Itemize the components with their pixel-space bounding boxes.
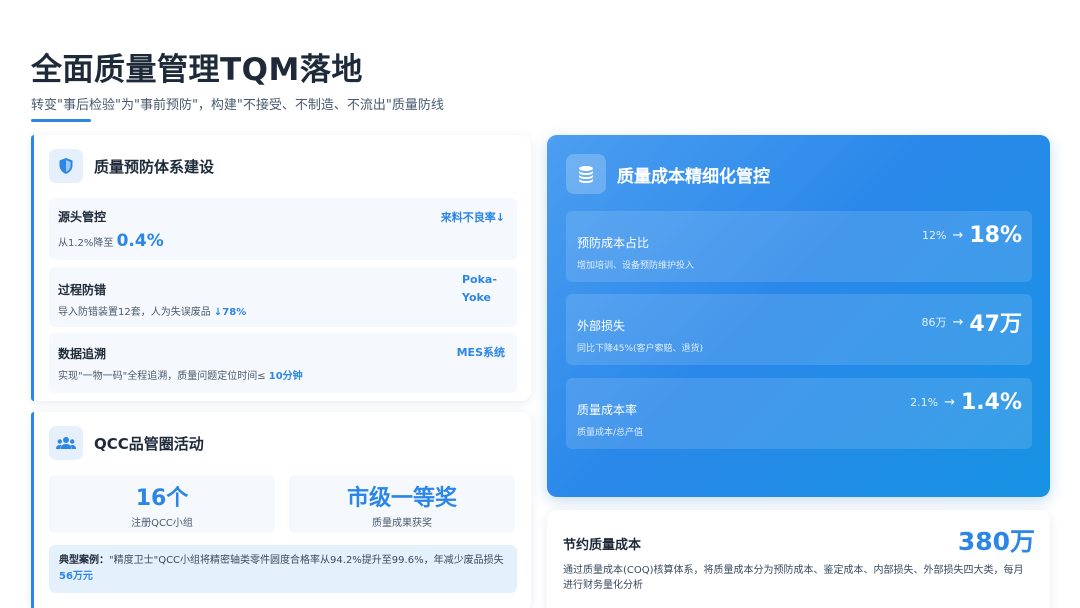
prevention-card: 质量预防体系建设 源头管控 从1.2%降至 0.4% 来料不良率↓ 过程防错 导… — [31, 135, 531, 401]
metric-desc: 质量成本/总产值 — [577, 428, 644, 438]
metric-name: 外部损失 — [577, 319, 626, 333]
item-tag: 来料不良率↓ — [440, 211, 505, 224]
arrow-right-icon: → — [952, 228, 964, 243]
case-text: "精度卫士"QCC小组将精密轴类零件圆度合格率从94.2%提升至99.6%，年减… — [109, 555, 504, 566]
item-tag: Poka- Yoke — [462, 271, 497, 307]
list-item: 数据追溯 实现"一物一码"全程追溯，质量问题定位时间≤ 10分钟 MES系统 — [49, 333, 517, 393]
arrow-right-icon: → — [944, 395, 955, 410]
users-icon — [49, 426, 83, 460]
qcc-card: QCC品管圈活动 16个 注册QCC小组 市级一等奖 质量成果获奖 典型案例："… — [31, 412, 531, 608]
metric-values: 2.1% → 1.4% — [910, 390, 1022, 415]
metric-new-value: 18% — [969, 223, 1022, 248]
case-label: 典型案例： — [59, 555, 109, 566]
case-box: 典型案例："精度卫士"QCC小组将精密轴类零件圆度合格率从94.2%提升至99.… — [49, 545, 517, 593]
item-tag-line: Yoke — [462, 291, 491, 304]
item-name: 数据追溯 — [58, 347, 107, 361]
item-highlight: ↓78% — [213, 307, 247, 318]
saving-card: 节约质量成本 380万 通过质量成本(COQ)核算体系，将质量成本分为预防成本、… — [547, 510, 1050, 608]
saving-value: 380万 — [957, 527, 1035, 556]
stat-box: 市级一等奖 质量成果获奖 — [289, 475, 515, 533]
cost-panel: 质量成本精细化管控 预防成本占比 增加培训、设备预防维护投入 12% → 18%… — [547, 135, 1050, 497]
item-desc: 实现"一物一码"全程追溯，质量问题定位时间≤ 10分钟 — [58, 367, 303, 382]
metric-old-value: 12% — [921, 229, 947, 242]
stat-value: 市级一等奖 — [346, 486, 457, 511]
item-tag: MES系统 — [456, 346, 505, 359]
page-subtitle: 转变"事后检验"为"事前预防"，构建"不接受、不制造、不流出"质量防线 — [31, 98, 444, 113]
list-item: 过程防错 导入防错装置12套，人为失误废品 ↓78% Poka- Yoke — [49, 267, 517, 327]
stat-label: 注册QCC小组 — [131, 518, 193, 529]
item-desc-text: 导入防错装置12套，人为失误废品 — [58, 307, 211, 318]
item-highlight: 10分钟 — [268, 371, 303, 382]
item-desc: 导入防错装置12套，人为失误废品 ↓78% — [58, 303, 246, 318]
prevention-card-header: 质量预防体系建设 — [49, 149, 214, 183]
cost-panel-title: 质量成本精细化管控 — [617, 166, 770, 187]
metric-desc: 增加培训、设备预防维护投入 — [577, 261, 695, 271]
item-name: 源头管控 — [58, 210, 107, 224]
metric-name: 质量成本率 — [577, 403, 638, 417]
metric-row: 外部损失 同比下降45%(客户索赔、退货) 86万 → 47万 — [566, 294, 1032, 365]
qcc-card-title: QCC品管圈活动 — [94, 434, 204, 453]
stat-value: 16个 — [135, 486, 189, 511]
saving-label: 节约质量成本 — [563, 538, 642, 553]
metric-desc: 同比下降45%(客户索赔、退货) — [577, 344, 704, 354]
qcc-card-header: QCC品管圈活动 — [49, 426, 204, 460]
cost-panel-header: 质量成本精细化管控 — [566, 154, 770, 194]
item-tag-line: Poka- — [462, 273, 497, 286]
metric-row: 预防成本占比 增加培训、设备预防维护投入 12% → 18% — [566, 211, 1032, 282]
metric-old-value: 86万 — [921, 316, 947, 329]
metric-new-value: 1.4% — [960, 390, 1022, 415]
metric-name: 预防成本占比 — [577, 236, 650, 250]
stat-box: 16个 注册QCC小组 — [49, 475, 275, 533]
metric-values: 86万 → 47万 — [921, 306, 1022, 338]
prevention-card-title: 质量预防体系建设 — [94, 157, 215, 176]
item-name: 过程防错 — [58, 283, 107, 297]
page-title: 全面质量管理TQM落地 — [31, 52, 363, 88]
case-highlight: 56万元 — [59, 571, 93, 582]
metric-row: 质量成本率 质量成本/总产值 2.1% → 1.4% — [566, 378, 1032, 449]
item-desc-text: 实现"一物一码"全程追溯，质量问题定位时间≤ — [58, 371, 266, 382]
metric-values: 12% → 18% — [922, 223, 1022, 248]
title-underline — [31, 119, 91, 122]
shield-icon — [49, 149, 83, 183]
item-desc: 从1.2%降至 0.4% — [58, 231, 164, 251]
list-item: 源头管控 从1.2%降至 0.4% 来料不良率↓ — [49, 198, 517, 260]
item-highlight: 0.4% — [116, 231, 164, 251]
coins-icon — [566, 154, 606, 194]
metric-new-value: 47万 — [969, 312, 1022, 337]
metric-old-value: 2.1% — [910, 396, 939, 409]
saving-desc: 通过质量成本(COQ)核算体系，将质量成本分为预防成本、鉴定成本、内部损失、外部… — [563, 565, 1024, 591]
stat-label: 质量成果获奖 — [372, 518, 432, 529]
item-desc-text: 从1.2%降至 — [58, 238, 114, 249]
arrow-right-icon: → — [952, 314, 964, 330]
